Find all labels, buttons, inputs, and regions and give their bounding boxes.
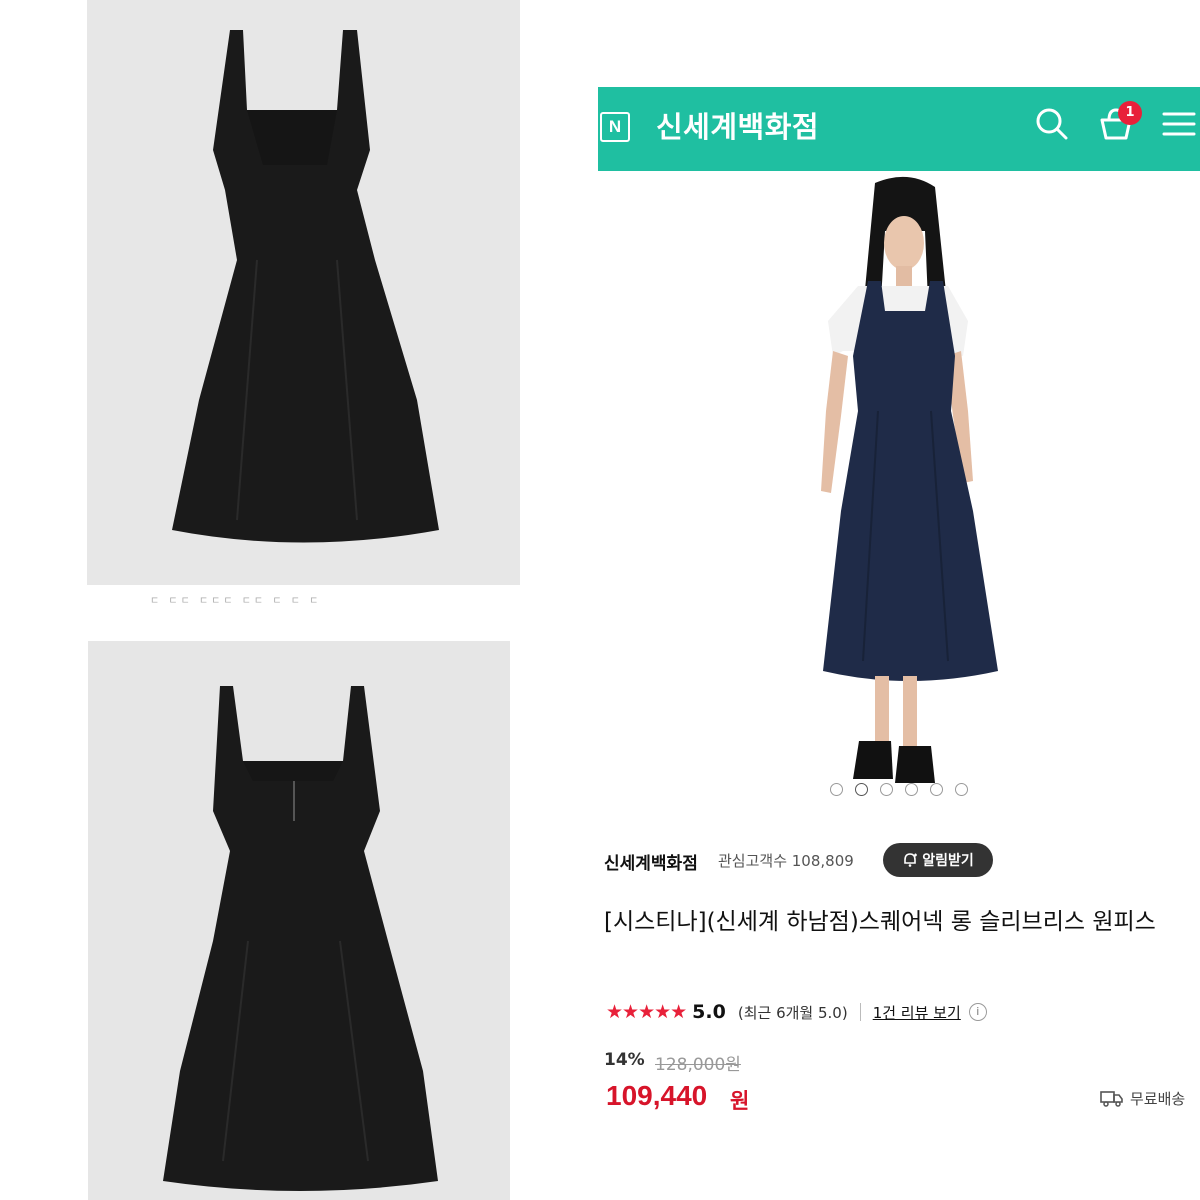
carousel-dot[interactable]: [855, 783, 868, 796]
photo-caption: ㄷ ㄷㄷ ㄷㄷㄷ ㄷㄷ ㄷ ㄷ ㄷ: [150, 596, 322, 604]
interest-count: 관심고객수 108,809: [718, 852, 854, 870]
menu-button[interactable]: [1158, 104, 1198, 144]
search-button[interactable]: [1032, 104, 1072, 144]
carousel-dot[interactable]: [930, 783, 943, 796]
review-link[interactable]: 1건 리뷰 보기: [873, 1002, 961, 1023]
rating-score: 5.0: [692, 1001, 726, 1023]
seller-name[interactable]: 신세계백화점: [604, 849, 698, 874]
info-icon[interactable]: i: [968, 1003, 987, 1021]
search-icon: [1036, 108, 1068, 140]
discount-rate: 14%: [604, 1050, 645, 1070]
carousel-dot[interactable]: [830, 783, 843, 796]
sale-price-unit: 원: [730, 1089, 750, 1113]
carousel-dot[interactable]: [905, 783, 918, 796]
cart-count-badge: 1: [1118, 101, 1142, 125]
carousel-dot[interactable]: [955, 783, 968, 796]
bell-plus-icon: [904, 853, 918, 867]
sale-price: 109,440: [606, 1080, 708, 1111]
notify-button[interactable]: 알림받기: [883, 843, 993, 877]
carousel-dots: [830, 783, 968, 797]
rating-stars: ★★★★★: [606, 1001, 687, 1023]
product-title: [시스티나](신세계 하남점)스퀘어넥 롱 슬리브리스 원피스: [604, 909, 1156, 935]
truck-icon: [1100, 1091, 1123, 1107]
product-hero-image[interactable]: [663, 171, 1135, 822]
rating-divider: [859, 1003, 861, 1021]
rating-row: ★★★★★ 5.0 (최근 6개월 5.0) 1건 리뷰 보기 i: [606, 998, 987, 1026]
store-logo-icon[interactable]: N: [600, 112, 630, 142]
carousel-dot[interactable]: [880, 783, 893, 796]
shipping-info: 무료배송: [1100, 1086, 1185, 1110]
original-price: 128,000원: [655, 1055, 741, 1075]
screenshot-collage: ㄷ ㄷㄷ ㄷㄷㄷ ㄷㄷ ㄷ ㄷ ㄷ N 신세계백화점 1 신세계백화점 관심고객…: [0, 0, 1200, 1200]
notify-label: 알림받기: [922, 853, 974, 869]
shipping-label: 무료배송: [1130, 1089, 1186, 1108]
dress-back-photo: [88, 641, 510, 1200]
dress-front-photo: [87, 0, 520, 585]
rating-recent: (최근 6개월 5.0): [737, 1003, 848, 1022]
hamburger-icon: [1162, 112, 1196, 136]
store-title[interactable]: 신세계백화점: [656, 104, 819, 146]
